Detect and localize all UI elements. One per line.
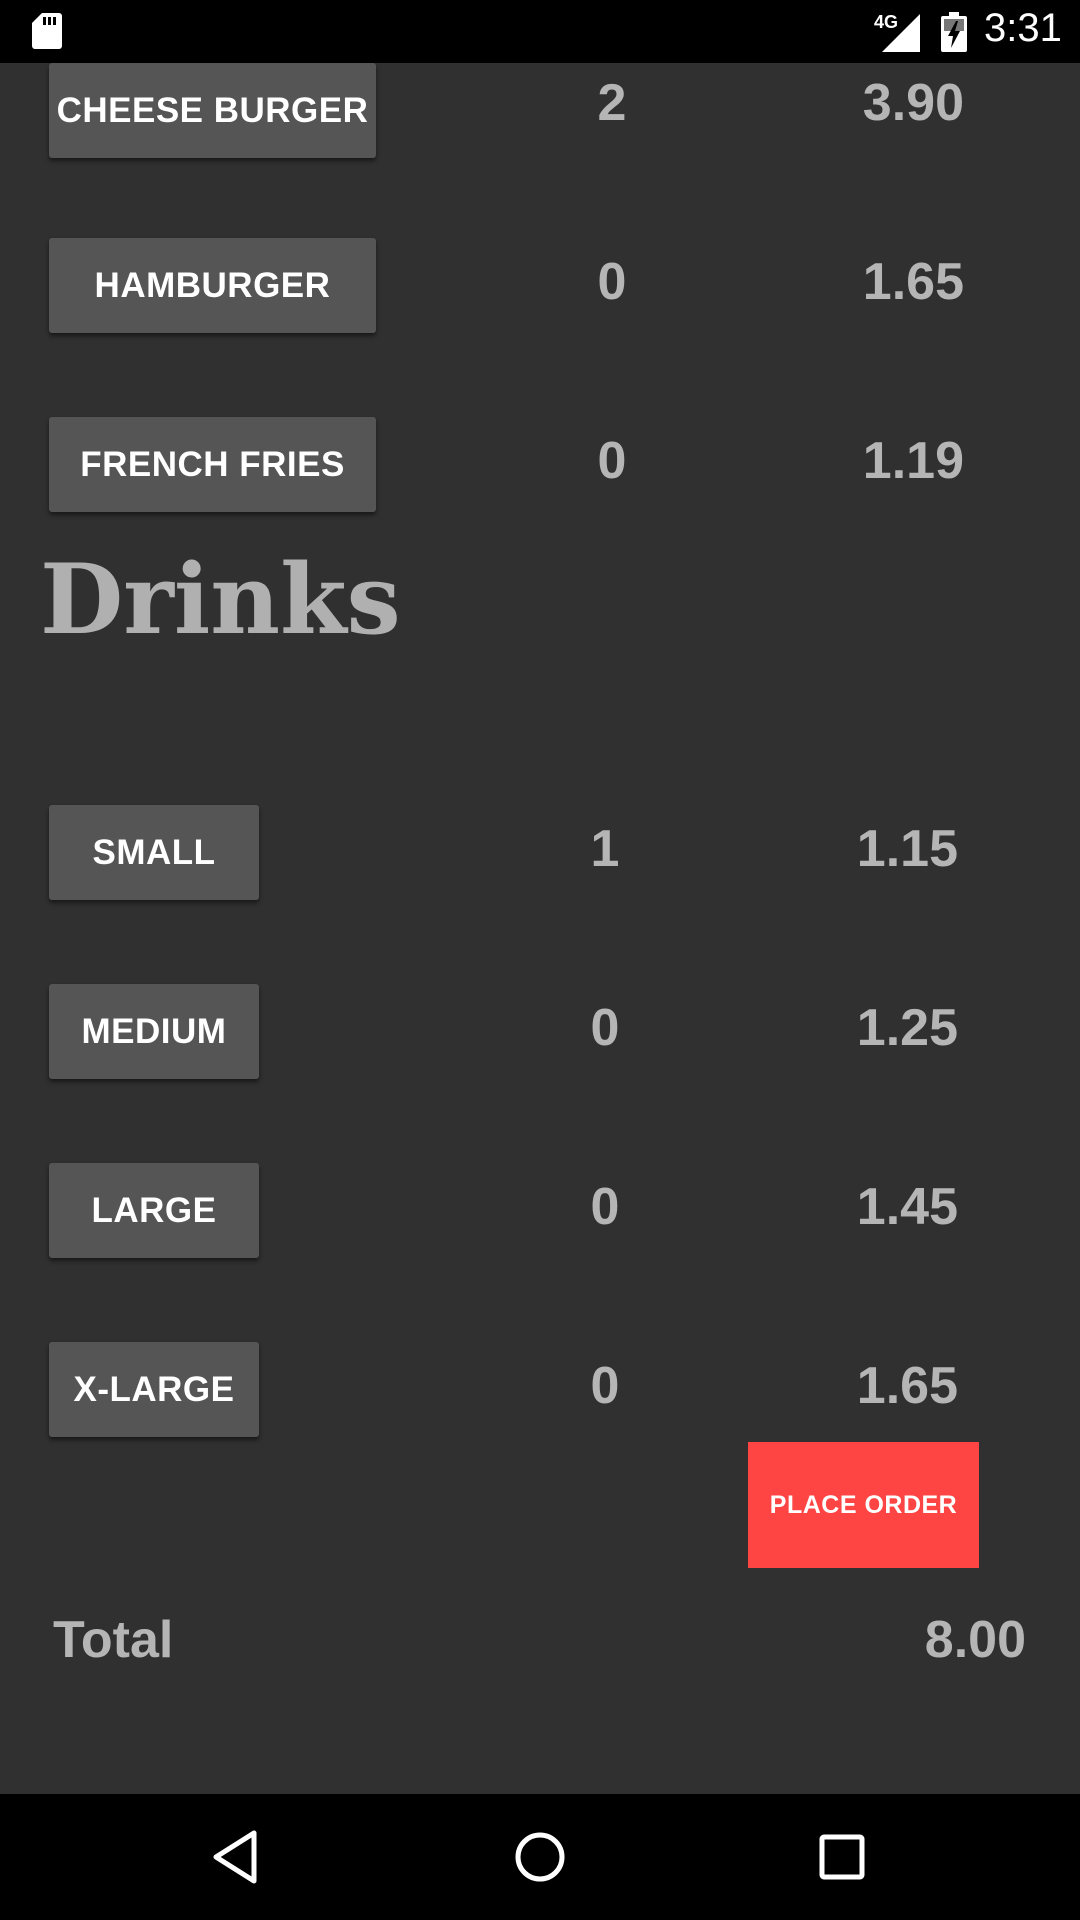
hamburger-button[interactable]: HAMBURGER: [49, 238, 376, 333]
x-large-drink-qty: 0: [590, 1357, 620, 1415]
x-large-drink-button[interactable]: X-LARGE: [49, 1342, 259, 1437]
small-drink-price: 1.15: [856, 820, 958, 878]
hamburger-price: 1.65: [862, 253, 964, 311]
cheese-burger-button[interactable]: CHEESE BURGER: [49, 63, 376, 158]
navigation-bar: [0, 1794, 1080, 1920]
medium-drink-price: 1.25: [856, 999, 958, 1057]
total-label: Total: [53, 1611, 174, 1669]
large-drink-price: 1.45: [856, 1178, 958, 1236]
sd-card-icon: [32, 13, 62, 49]
order-content[interactable]: CHEESE BURGER 2 3.90 HAMBURGER 0 1.65 FR…: [0, 63, 1080, 1794]
hamburger-qty: 0: [597, 253, 627, 311]
back-icon[interactable]: [206, 1827, 266, 1887]
status-bar: 4G 3:31: [0, 0, 1080, 63]
place-order-button[interactable]: PLACE ORDER: [748, 1442, 979, 1568]
signal-icon: [882, 14, 920, 52]
total-value: 8.00: [924, 1611, 1026, 1669]
x-large-drink-price: 1.65: [856, 1357, 958, 1415]
large-drink-qty: 0: [590, 1178, 620, 1236]
drinks-section-title: Drinks: [40, 543, 401, 656]
french-fries-qty: 0: [597, 432, 627, 490]
recents-icon[interactable]: [812, 1827, 872, 1887]
battery-charging-icon: [941, 12, 967, 52]
small-drink-button[interactable]: SMALL: [49, 805, 259, 900]
small-drink-qty: 1: [590, 820, 620, 878]
medium-drink-button[interactable]: MEDIUM: [49, 984, 259, 1079]
french-fries-price: 1.19: [862, 432, 964, 490]
french-fries-button[interactable]: FRENCH FRIES: [49, 417, 376, 512]
clock: 3:31: [984, 6, 1062, 50]
medium-drink-qty: 0: [590, 999, 620, 1057]
home-icon[interactable]: [510, 1827, 570, 1887]
large-drink-button[interactable]: LARGE: [49, 1163, 259, 1258]
cheese-burger-qty: 2: [597, 74, 627, 132]
cheese-burger-price: 3.90: [862, 74, 964, 132]
